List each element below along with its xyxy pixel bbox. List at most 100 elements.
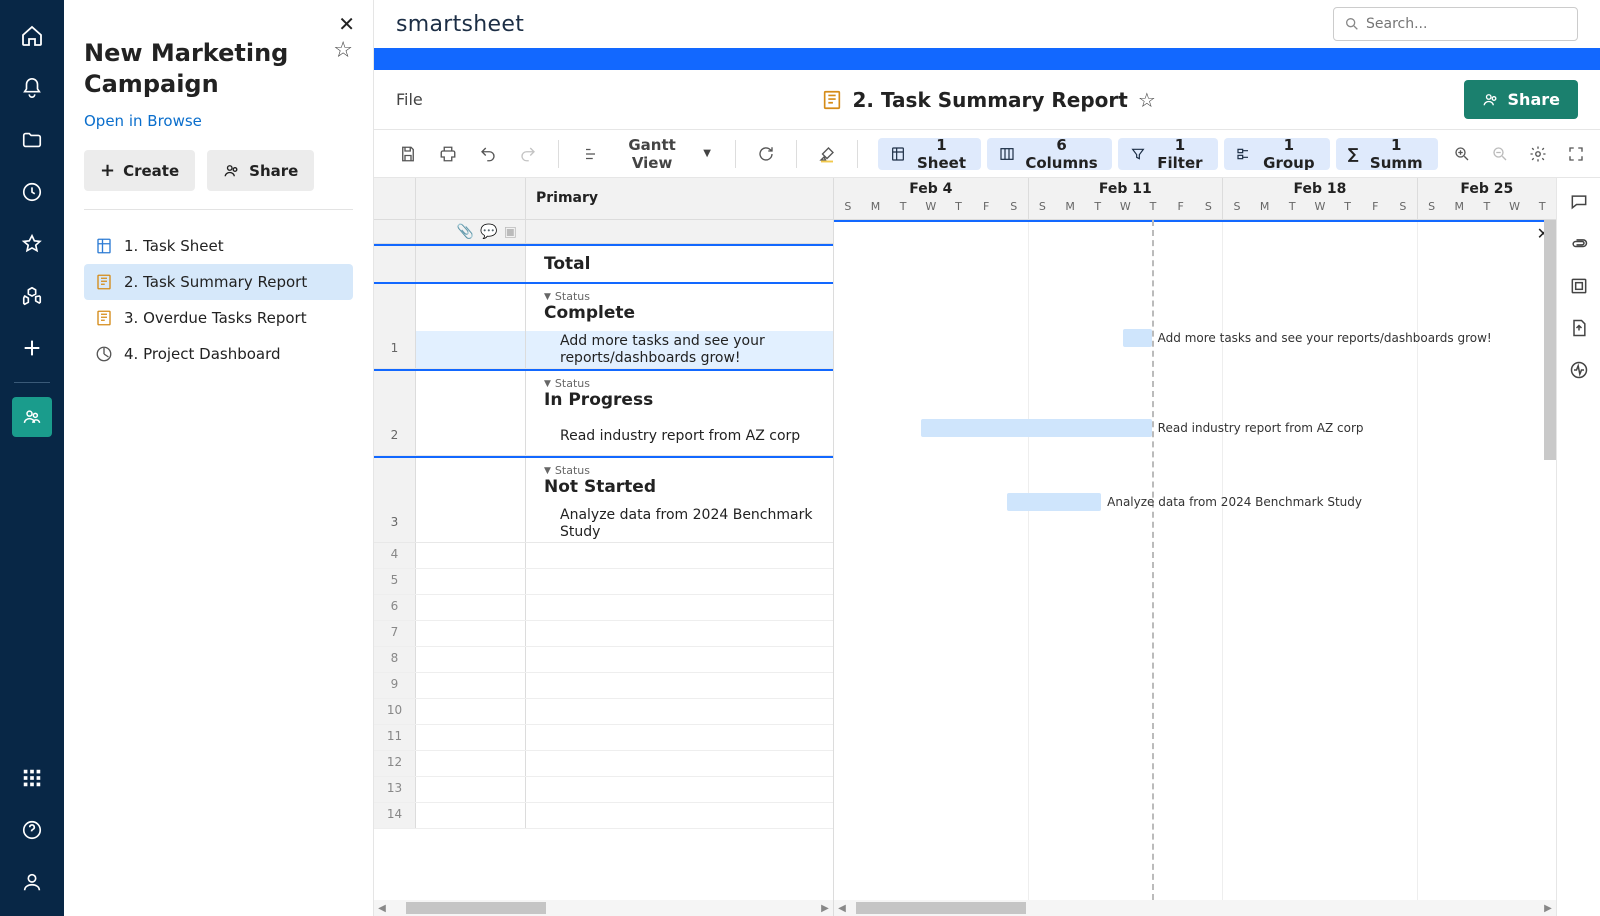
browse-icon[interactable]: [12, 120, 52, 160]
indicator-cell[interactable]: [416, 331, 526, 368]
zoom-out-button[interactable]: [1484, 138, 1516, 170]
empty-row[interactable]: 4: [374, 543, 833, 569]
empty-row[interactable]: 12: [374, 751, 833, 777]
row-number[interactable]: 14: [374, 803, 416, 828]
publish-icon[interactable]: [1563, 312, 1595, 344]
refresh-button[interactable]: [750, 138, 782, 170]
row-number[interactable]: 7: [374, 621, 416, 646]
workspace-active-icon[interactable]: [12, 397, 52, 437]
summarize-pill[interactable]: ∑1 Summ: [1336, 138, 1438, 170]
gantt-bar-row[interactable]: Add more tasks and see your reports/dash…: [834, 329, 1556, 347]
view-switcher[interactable]: Gantt View ▼: [573, 138, 721, 170]
row-number[interactable]: 13: [374, 777, 416, 802]
nav-item-3[interactable]: 4. Project Dashboard: [84, 336, 353, 372]
filter-pill[interactable]: 1 Filter: [1118, 138, 1218, 170]
highlight-button[interactable]: [811, 138, 843, 170]
row-number[interactable]: 9: [374, 673, 416, 698]
week-column: Feb 18SMTWTFS: [1223, 178, 1418, 219]
row-number[interactable]: 1: [374, 331, 416, 368]
home-icon[interactable]: [12, 16, 52, 56]
fullscreen-button[interactable]: [1560, 138, 1592, 170]
empty-row[interactable]: 8: [374, 647, 833, 673]
gantt-bar[interactable]: [921, 419, 1152, 437]
account-icon[interactable]: [12, 862, 52, 902]
data-row[interactable]: 2 Read industry report from AZ corp: [374, 418, 833, 456]
group-row[interactable]: ▼ StatusIn Progress: [374, 369, 833, 418]
gantt-bar[interactable]: [1123, 329, 1152, 347]
nav-item-2[interactable]: 3. Overdue Tasks Report: [84, 300, 353, 336]
row-number[interactable]: 2: [374, 418, 416, 455]
gantt-hscroll[interactable]: ◀ ▶: [834, 900, 1556, 916]
conversations-icon[interactable]: [1563, 186, 1595, 218]
primary-cell[interactable]: Add more tasks and see your reports/dash…: [526, 331, 833, 368]
empty-row[interactable]: 7: [374, 621, 833, 647]
undo-button[interactable]: [472, 138, 504, 170]
columns-pill[interactable]: 6 Columns: [987, 138, 1112, 170]
empty-row[interactable]: 13: [374, 777, 833, 803]
collapse-icon[interactable]: ▼: [544, 292, 551, 302]
row-number[interactable]: 6: [374, 595, 416, 620]
grid-hscroll[interactable]: ◀ ▶: [374, 900, 833, 916]
star-icon[interactable]: ☆: [1138, 88, 1156, 112]
indicator-cell[interactable]: [416, 418, 526, 455]
gantt-bar-label: Add more tasks and see your reports/dash…: [1158, 331, 1492, 345]
empty-row[interactable]: 14: [374, 803, 833, 829]
row-number[interactable]: 4: [374, 543, 416, 568]
row-number[interactable]: 5: [374, 569, 416, 594]
favorites-icon[interactable]: [12, 224, 52, 264]
brand-bar: smartsheet: [374, 0, 1600, 48]
file-menu[interactable]: File: [396, 90, 423, 109]
data-row[interactable]: 1 Add more tasks and see your reports/das…: [374, 331, 833, 369]
gantt-bar[interactable]: [1007, 493, 1101, 511]
attachments-icon[interactable]: [1563, 228, 1595, 260]
close-icon[interactable]: ✕: [338, 12, 355, 36]
share-button[interactable]: Share: [1464, 80, 1578, 119]
create-button[interactable]: + Create: [84, 150, 195, 191]
row-number[interactable]: 10: [374, 699, 416, 724]
help-icon[interactable]: [12, 810, 52, 850]
gantt-bar-row[interactable]: Read industry report from AZ corp: [834, 419, 1556, 437]
group-row[interactable]: ▼ StatusComplete: [374, 282, 833, 331]
workapps-icon[interactable]: [12, 276, 52, 316]
nav-item-1[interactable]: 2. Task Summary Report: [84, 264, 353, 300]
row-number[interactable]: 8: [374, 647, 416, 672]
collapse-icon[interactable]: ▼: [544, 466, 551, 476]
redo-button[interactable]: [512, 138, 544, 170]
row-number[interactable]: 12: [374, 751, 416, 776]
empty-row[interactable]: 5: [374, 569, 833, 595]
data-row[interactable]: 3 Analyze data from 2024 Benchmark Study: [374, 505, 833, 543]
group-row[interactable]: ▼ StatusNot Started: [374, 456, 833, 505]
empty-row[interactable]: 11: [374, 725, 833, 751]
open-in-browse-link[interactable]: Open in Browse: [84, 112, 353, 130]
group-pill[interactable]: 1 Group: [1224, 138, 1330, 170]
empty-row[interactable]: 10: [374, 699, 833, 725]
empty-row[interactable]: 9: [374, 673, 833, 699]
primary-cell[interactable]: Analyze data from 2024 Benchmark Study: [526, 505, 833, 542]
plus-icon: +: [100, 160, 115, 181]
print-button[interactable]: [432, 138, 464, 170]
indicator-cell[interactable]: [416, 505, 526, 542]
panel-share-button[interactable]: Share: [207, 150, 314, 191]
gantt-body[interactable]: Add more tasks and see your reports/dash…: [834, 220, 1556, 900]
primary-cell[interactable]: Read industry report from AZ corp: [526, 418, 833, 455]
collapse-icon[interactable]: ▼: [544, 379, 551, 389]
save-button[interactable]: [392, 138, 424, 170]
proofs-icon[interactable]: [1563, 270, 1595, 302]
source-sheets-pill[interactable]: 1 Sheet: [878, 138, 982, 170]
notifications-icon[interactable]: [12, 68, 52, 108]
row-number[interactable]: 11: [374, 725, 416, 750]
gantt-bar-row[interactable]: Analyze data from 2024 Benchmark Study: [834, 493, 1556, 511]
apps-grid-icon[interactable]: [12, 758, 52, 798]
search-input[interactable]: [1366, 16, 1567, 32]
activity-icon[interactable]: [1563, 354, 1595, 386]
recents-icon[interactable]: [12, 172, 52, 212]
add-icon[interactable]: [12, 328, 52, 368]
settings-button[interactable]: [1522, 138, 1554, 170]
primary-header[interactable]: Primary: [526, 178, 833, 219]
search-box[interactable]: [1333, 7, 1578, 41]
row-number[interactable]: 3: [374, 505, 416, 542]
star-icon[interactable]: ☆: [333, 38, 353, 63]
nav-item-0[interactable]: 1. Task Sheet: [84, 228, 353, 264]
empty-row[interactable]: 6: [374, 595, 833, 621]
zoom-in-button[interactable]: [1446, 138, 1478, 170]
